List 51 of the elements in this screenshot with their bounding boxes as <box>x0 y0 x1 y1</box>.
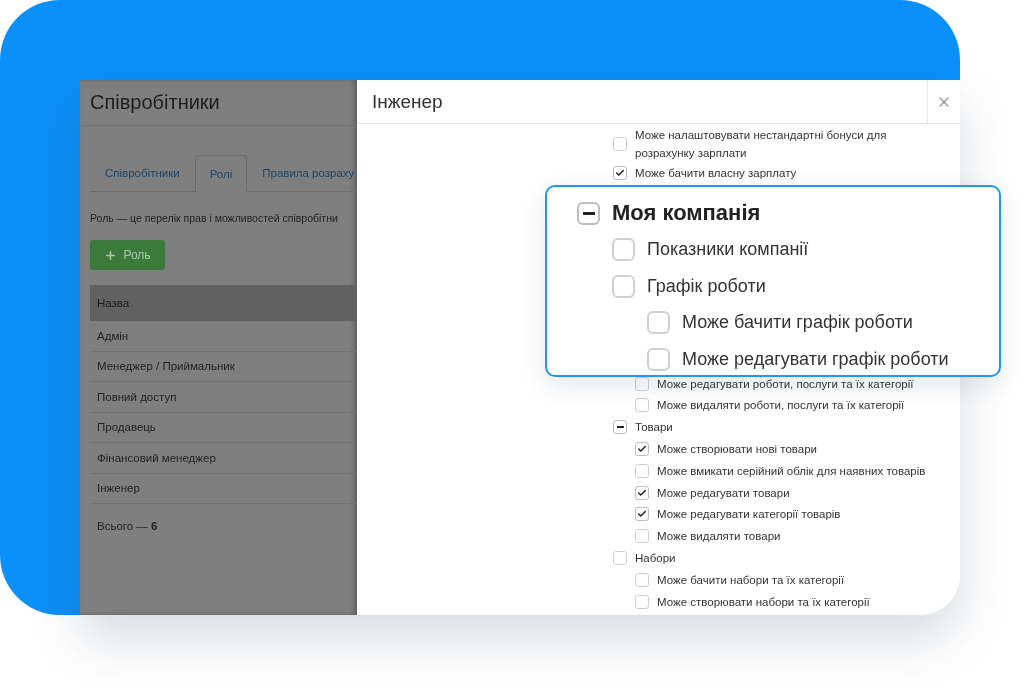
checkbox[interactable] <box>613 137 627 151</box>
permission-label: Показники компанії <box>647 238 809 262</box>
permission-group-label: Товари <box>635 420 673 436</box>
permission-label: Може бачити набори та їх категорії <box>657 572 845 588</box>
permission-label: Може редагувати роботи, послуги та їх категорії <box>657 376 914 392</box>
checkbox[interactable] <box>635 442 649 457</box>
checkbox[interactable] <box>635 485 649 500</box>
checkbox[interactable] <box>635 507 649 522</box>
description-text: Роль — це перелік прав і можливостей співробітни <box>90 212 339 224</box>
checkbox[interactable] <box>577 201 600 225</box>
checkbox[interactable] <box>613 551 627 566</box>
checkbox[interactable] <box>612 274 635 298</box>
checkbox[interactable] <box>612 238 635 262</box>
page-title: Співробітники <box>90 91 220 114</box>
table-header: Назва <box>90 285 357 321</box>
permission-label: Може редагувати графік роботи <box>682 347 949 371</box>
check-icon <box>637 487 647 498</box>
add-role-button[interactable]: Роль <box>90 240 165 270</box>
permission-label: Може створювати нові товари <box>657 442 818 458</box>
permission-label: Може створювати набори та їх категорії <box>657 594 870 610</box>
permission-label: Може бачити графік роботи <box>682 311 913 335</box>
checkbox[interactable] <box>647 347 670 371</box>
permission-label: Може видаляти товари <box>657 529 781 545</box>
check-icon <box>615 167 625 178</box>
permission-label: Може бачити власну зарплату <box>635 165 797 181</box>
permission-label: Може редагувати товари <box>657 485 790 501</box>
tab[interactable]: Співробітники <box>90 154 195 191</box>
tab[interactable]: Ролі <box>194 155 248 192</box>
checkbox[interactable] <box>613 420 627 435</box>
check-icon <box>637 509 647 520</box>
permission-group-label: Графік роботи <box>647 274 766 298</box>
permission-label: Може вмикати серійний облік для наявних товарів <box>657 463 926 479</box>
tab[interactable]: Правила розраху <box>247 154 357 191</box>
checkbox[interactable] <box>635 572 649 587</box>
checkbox[interactable] <box>613 165 627 180</box>
permission-label: Може видаляти роботи, послуги та їх категорії <box>657 398 905 414</box>
permission-label: Може налаштовувати нестандартні бонуси для розрахунку зарплати <box>635 128 888 161</box>
total-count: Всього — 6 <box>97 520 159 532</box>
dialog-title: Інженер <box>372 90 444 113</box>
minus-icon <box>582 211 595 215</box>
checkbox[interactable] <box>635 529 649 544</box>
checkbox[interactable] <box>635 594 649 609</box>
permission-group-label: Моя компанія <box>612 198 761 227</box>
minus-icon <box>616 426 624 429</box>
check-icon <box>637 444 647 455</box>
plus-icon <box>104 248 118 262</box>
permission-label: Може редагувати категорії товарів <box>657 507 841 523</box>
checkbox[interactable] <box>647 311 670 335</box>
checkbox[interactable] <box>635 398 649 413</box>
checkbox[interactable] <box>635 463 649 478</box>
permission-group-label: Набори <box>635 551 676 567</box>
